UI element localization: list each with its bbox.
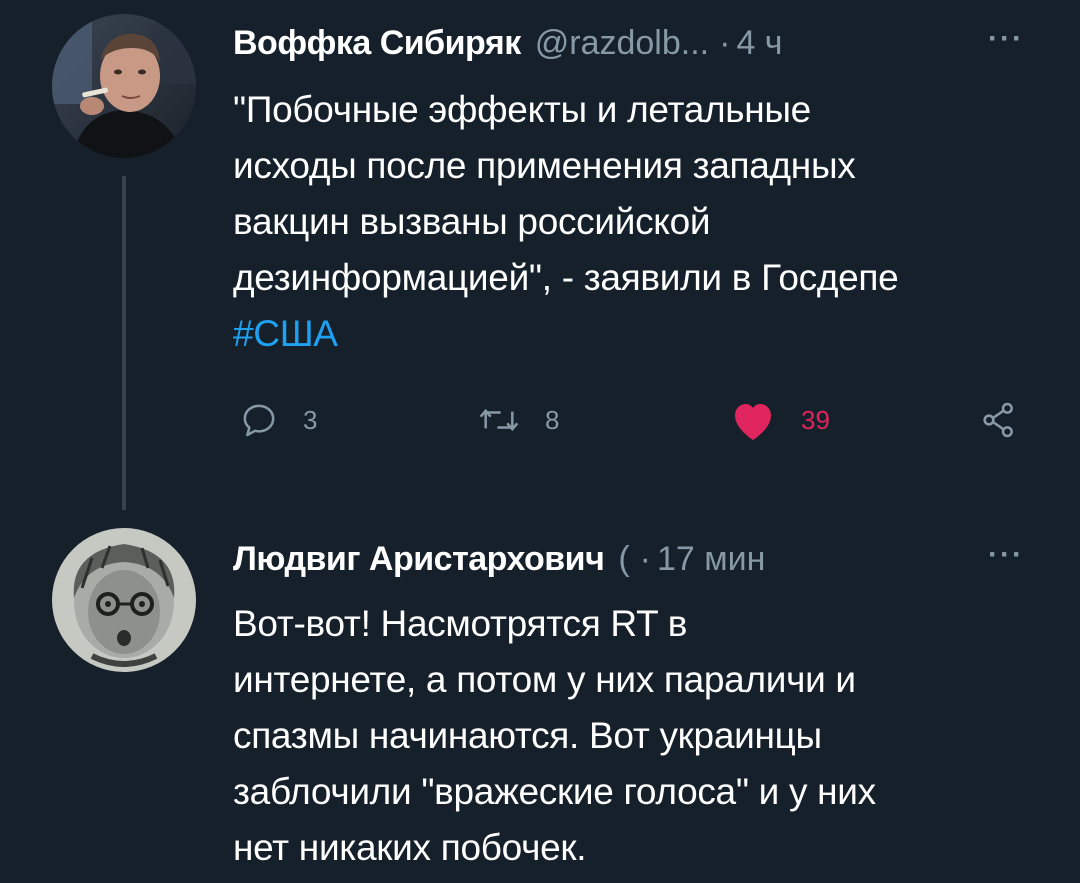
- more-options-icon[interactable]: ···: [988, 22, 1024, 56]
- retweet-icon: [477, 400, 521, 440]
- retweet-button[interactable]: 8: [477, 395, 559, 445]
- tweet-2[interactable]: Людвиг Аристархович ( · 17 мин ··· Вот-в…: [0, 520, 1080, 883]
- avatar-vofka[interactable]: [52, 14, 196, 158]
- tweet-text-line: спазмы начинаются. Вот украинцы: [233, 715, 822, 756]
- timestamp[interactable]: 4 ч: [736, 24, 782, 63]
- tweet-header: Людвиг Аристархович ( · 17 мин: [233, 540, 765, 584]
- tweet-header: Воффка Сибиряк @razdolb... · 4 ч: [233, 24, 783, 68]
- sketch-portrait-avatar-icon: [52, 528, 196, 672]
- like-count: 39: [801, 404, 830, 435]
- reply-button[interactable]: 3: [239, 395, 317, 445]
- share-icon: [979, 400, 1019, 440]
- tweet-text-line: интернете, а потом у них параличи и: [233, 659, 856, 700]
- tweet-text-line: заблочили "вражеские голоса" и у них: [233, 771, 876, 812]
- heart-filled-icon: [729, 398, 777, 442]
- man-photo-avatar-icon: [52, 14, 196, 158]
- author-handle[interactable]: @razdolb...: [535, 24, 709, 63]
- tweet-text-line: вакцин вызваны российской: [233, 201, 711, 242]
- tweet-actions: 3 8 39: [233, 395, 1053, 445]
- tweet-text-line: "Побочные эффекты и летальные: [233, 89, 811, 130]
- avatar-lyudvig[interactable]: [52, 528, 196, 672]
- author-handle[interactable]: (: [618, 540, 629, 579]
- retweet-count: 8: [545, 404, 560, 435]
- more-options-icon[interactable]: ···: [988, 538, 1024, 572]
- tweet-text-line: дезинформацией", - заявили в Госдепе: [233, 257, 899, 298]
- share-button[interactable]: [979, 395, 1019, 445]
- like-button[interactable]: 39: [729, 395, 830, 445]
- tweet-text-line: Вот-вот! Насмотрятся RT в: [233, 603, 688, 644]
- reply-icon: [239, 400, 279, 440]
- tweet-text: "Побочные эффекты и летальные исходы пос…: [233, 82, 1053, 362]
- tweet-text-line: исходы после применения западных: [233, 145, 856, 186]
- reply-count: 3: [303, 404, 318, 435]
- tweet-text-line: нет никаких побочек.: [233, 827, 587, 868]
- separator-dot: ·: [719, 24, 731, 62]
- author-name[interactable]: Людвиг Аристархович: [233, 540, 605, 579]
- timestamp[interactable]: 17 мин: [657, 540, 765, 579]
- tweet-1[interactable]: Воффка Сибиряк @razdolb... · 4 ч ··· "По…: [0, 0, 1080, 520]
- hashtag-link[interactable]: #США: [233, 306, 1053, 362]
- separator-dot: ·: [639, 540, 651, 578]
- author-name[interactable]: Воффка Сибиряк: [233, 24, 521, 63]
- tweet-text: Вот-вот! Насмотрятся RT в интернете, а п…: [233, 596, 1053, 876]
